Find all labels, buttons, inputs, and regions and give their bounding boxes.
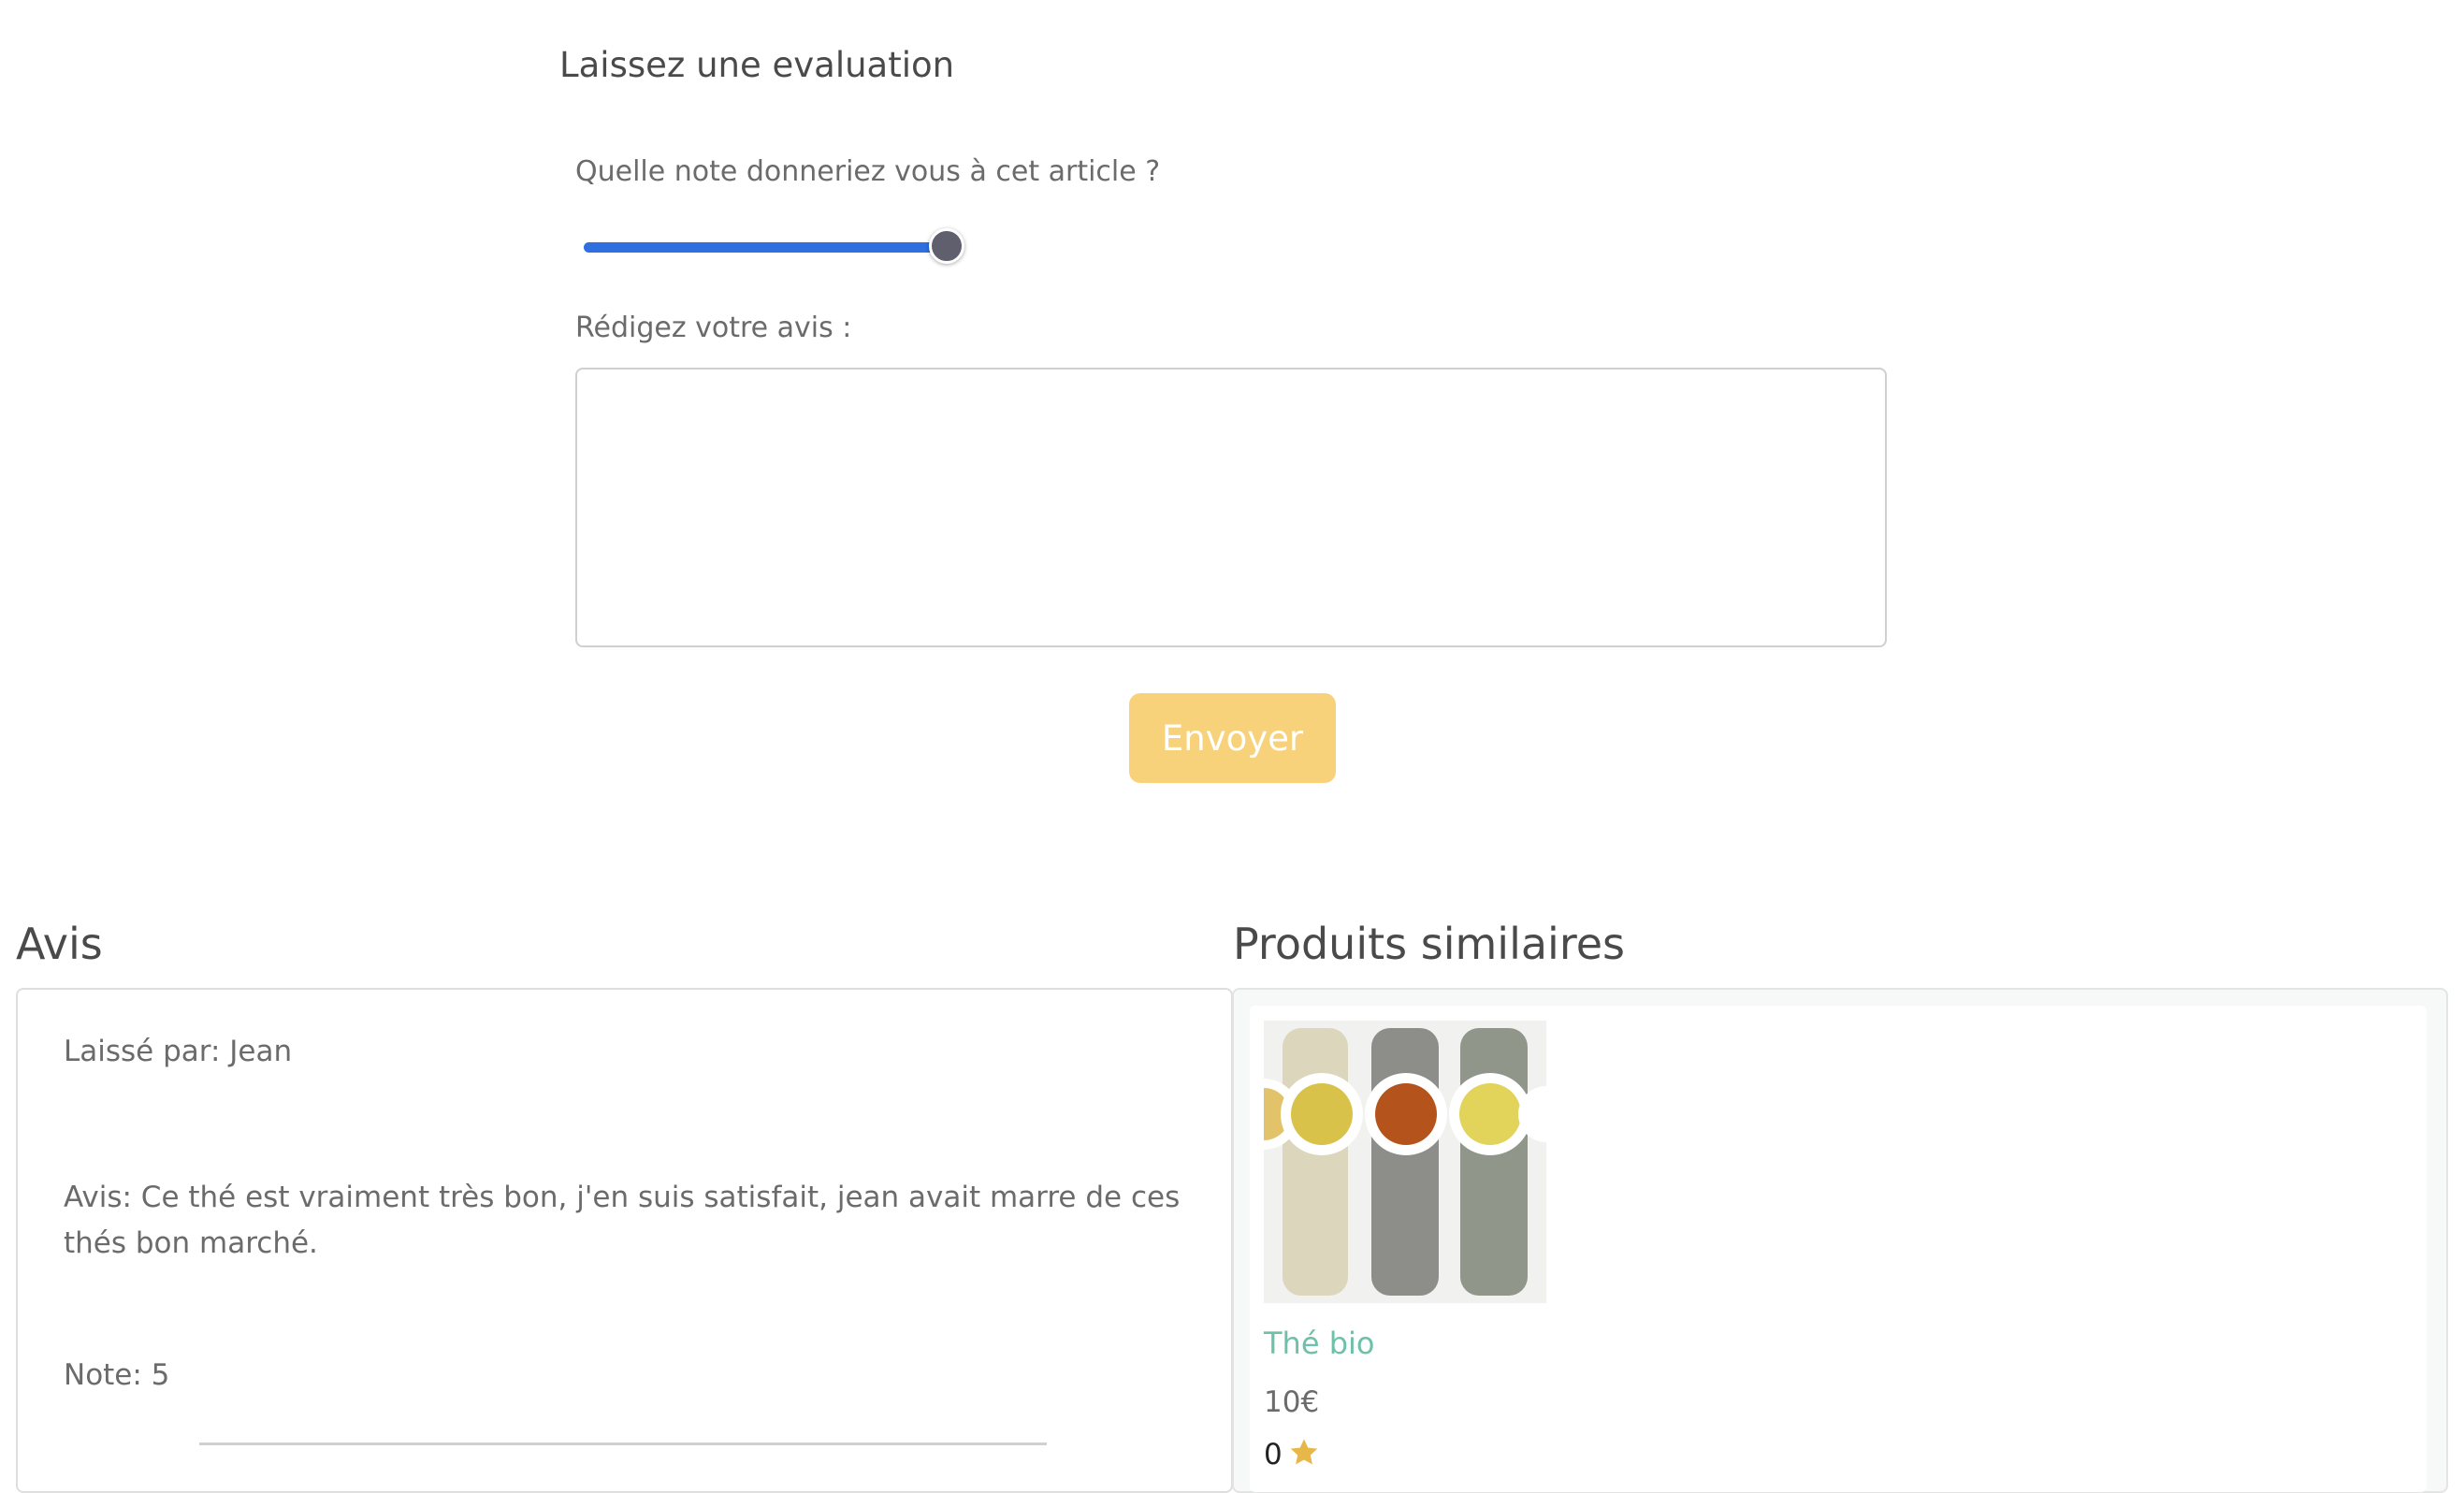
review-author: Laissé par: Jean xyxy=(64,1035,293,1068)
submit-button[interactable]: Envoyer xyxy=(1129,693,1336,783)
product-name-link[interactable]: Thé bio xyxy=(1264,1326,1374,1361)
review-text-label: Rédigez votre avis : xyxy=(575,312,852,344)
product-image[interactable] xyxy=(1264,1021,1546,1303)
similar-products-panel: Thé bio 10€ 0 xyxy=(1232,988,2448,1493)
reviews-panel: Laissé par: Jean Avis: Ce thé est vraime… xyxy=(16,988,1233,1493)
rating-slider[interactable] xyxy=(578,228,964,266)
rating-question-label: Quelle note donneriez vous à cet article… xyxy=(575,155,1161,188)
product-card[interactable]: Thé bio 10€ 0 xyxy=(1250,1006,2427,1492)
tea-leaves-column xyxy=(1283,1028,1528,1296)
review-text: Avis: Ce thé est vraiment très bon, j'en… xyxy=(64,1181,1181,1260)
product-price: 10€ xyxy=(1264,1385,1320,1419)
reviews-title: Avis xyxy=(16,919,103,969)
rating-slider-thumb[interactable] xyxy=(929,228,964,264)
rating-slider-fill xyxy=(584,242,947,253)
tea-cups xyxy=(1264,1073,1546,1155)
similar-products-title: Produits similaires xyxy=(1233,919,1625,969)
review-note: Note: 5 xyxy=(64,1358,170,1392)
review-divider xyxy=(199,1442,1047,1445)
review-form-title: Laissez une evaluation xyxy=(559,45,955,85)
review-textarea[interactable] xyxy=(575,368,1887,647)
star-icon xyxy=(1290,1439,1318,1465)
